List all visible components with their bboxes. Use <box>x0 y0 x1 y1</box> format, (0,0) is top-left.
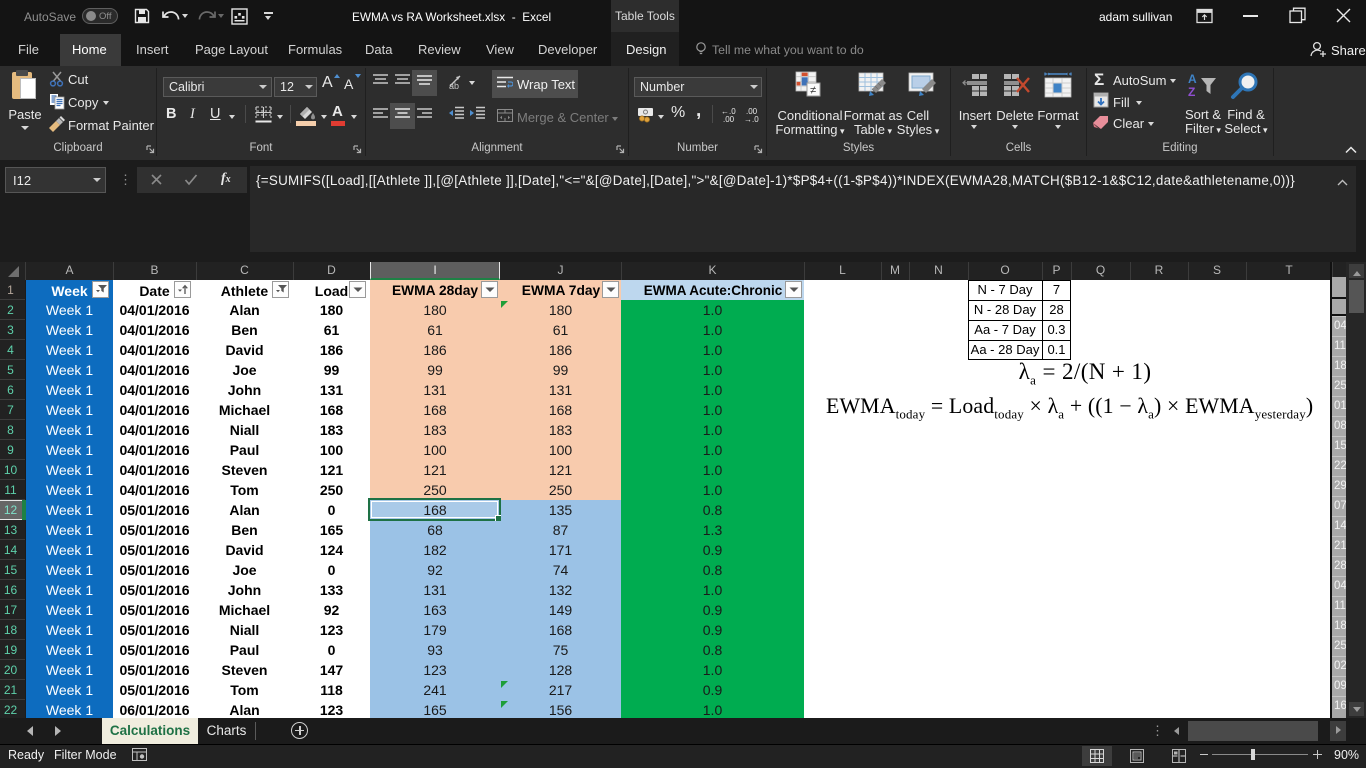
svg-text:ab: ab <box>449 81 459 90</box>
svg-text:.00: .00 <box>723 115 735 123</box>
svg-text:Z: Z <box>1188 85 1195 99</box>
svg-text:→.0: →.0 <box>744 115 759 123</box>
svg-text:≠: ≠ <box>810 85 816 97</box>
svg-text:A: A <box>1188 72 1197 86</box>
